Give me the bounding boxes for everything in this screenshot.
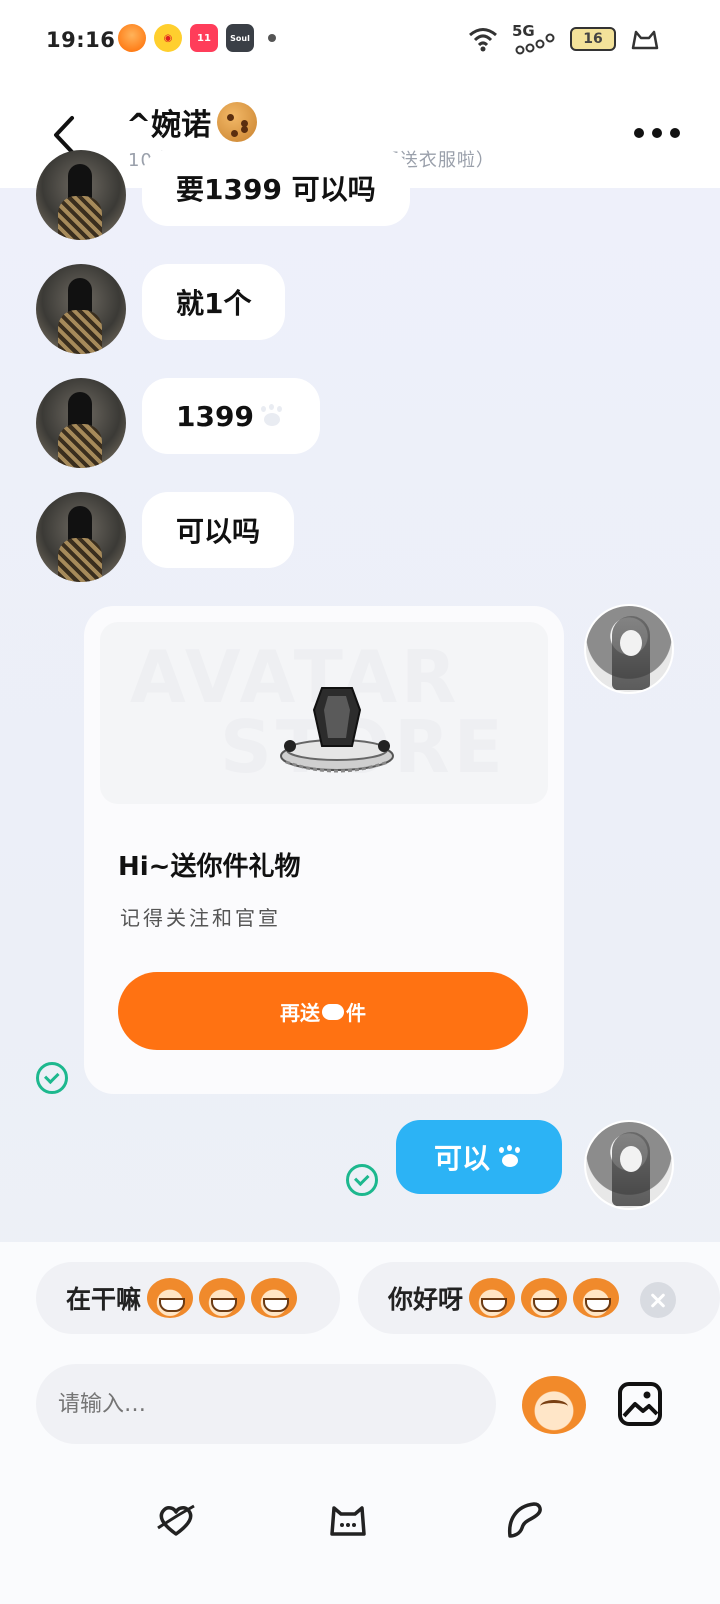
contact-name: ^婉诺 <box>126 108 212 143</box>
emoji-monkey-icon[interactable] <box>522 1376 586 1434</box>
gift-banner: AVATAR STORE <box>100 622 548 804</box>
message-text: 可以吗 <box>176 515 261 548</box>
weibo-app-icon: ◉ <box>154 24 182 52</box>
button-label-left: 再送 <box>280 1002 320 1025</box>
button-label-right: 件 <box>346 1002 366 1025</box>
status-time: 19:16 <box>46 28 116 52</box>
smiling-monkey-emoji-icon <box>573 1278 620 1318</box>
my-avatar[interactable] <box>584 604 674 694</box>
grinning-monkey-emoji-icon <box>251 1278 298 1318</box>
cookie-emoji-icon <box>217 102 258 142</box>
my-avatar[interactable] <box>584 1120 674 1210</box>
quick-replies: 在干嘛 你好呀 <box>0 1262 720 1336</box>
notification-icons: ◉ 11 Soul <box>118 24 276 52</box>
message-input[interactable] <box>36 1364 496 1444</box>
gift-card[interactable]: AVATAR STORE Hi~送你件礼物 记得关注和官宣 再送 件 <box>84 606 564 1094</box>
quick-reply-text: 你好呀 <box>388 1285 464 1314</box>
contact-avatar[interactable] <box>36 150 126 240</box>
soul-app-icon: Soul <box>226 24 254 52</box>
quick-reply-chip[interactable]: 在干嘛 <box>36 1262 340 1334</box>
grinning-monkey-emoji-icon <box>147 1278 194 1318</box>
heart-planet-icon[interactable] <box>154 1498 198 1542</box>
contact-avatar[interactable] <box>36 492 126 582</box>
gift-subtitle: 记得关注和官宣 <box>120 906 281 930</box>
more-notifications-dot <box>268 34 276 42</box>
contact-avatar[interactable] <box>36 378 126 468</box>
signal-icon: 5G <box>512 22 556 56</box>
paw-emoji-icon <box>496 1145 524 1169</box>
send-gift-again-button[interactable]: 再送 件 <box>118 972 528 1050</box>
my-message-bubble[interactable]: 可以 <box>396 1120 562 1194</box>
bottom-toolbar <box>0 1488 720 1558</box>
quick-reply-text: 在干嘛 <box>66 1285 142 1314</box>
double11-app-icon: 11 <box>190 24 218 52</box>
contact-avatar[interactable] <box>36 264 126 354</box>
message-bubble[interactable]: 1399 <box>142 378 320 454</box>
message-bubble[interactable]: 就1个 <box>142 264 286 340</box>
system-icons: 5G 16 <box>468 22 660 56</box>
smiling-monkey-emoji-icon <box>469 1278 516 1318</box>
message-text: 可以 <box>433 1142 490 1175</box>
close-quick-replies-icon[interactable] <box>640 1282 676 1318</box>
grinning-monkey-emoji-icon <box>199 1278 246 1318</box>
smiling-monkey-emoji-icon <box>521 1278 568 1318</box>
gift-title: Hi~送你件礼物 <box>118 852 301 882</box>
cloud-icon <box>322 1004 344 1020</box>
read-check-icon <box>36 1062 68 1094</box>
wifi-icon <box>469 28 497 52</box>
more-options-icon[interactable] <box>634 128 680 138</box>
message-bubble[interactable]: 要1399 可以吗 <box>142 150 410 226</box>
message-text: 1399 <box>176 399 254 433</box>
status-bar: 19:16 ◉ 11 Soul 5G 16 <box>0 0 720 84</box>
composer-area: 在干嘛 你好呀 <box>0 1242 720 1604</box>
image-picker-icon[interactable] <box>616 1380 664 1428</box>
read-check-icon <box>346 1164 378 1196</box>
message-bubble[interactable]: 可以吗 <box>142 492 295 568</box>
paw-emoji-icon <box>258 404 286 428</box>
cat-status-icon <box>631 30 659 50</box>
message-text: 要1399 可以吗 <box>176 173 376 206</box>
gift-coffin-icon <box>280 687 394 773</box>
chat-title[interactable]: ^婉诺 <box>126 100 258 144</box>
taobao-app-icon <box>118 24 146 52</box>
wing-icon[interactable] <box>502 1498 546 1542</box>
battery-icon: 16 <box>570 27 616 51</box>
message-text: 就1个 <box>176 287 252 320</box>
cat-chat-icon[interactable] <box>326 1498 370 1542</box>
